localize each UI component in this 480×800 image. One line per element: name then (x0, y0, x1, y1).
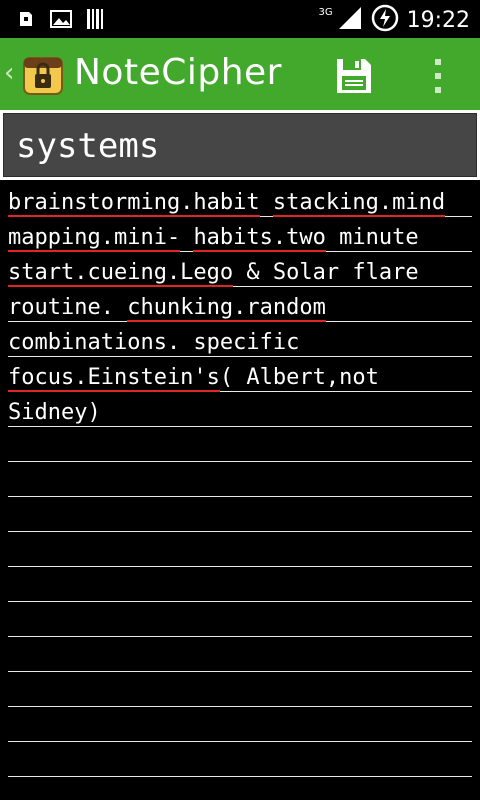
overflow-menu-icon[interactable] (428, 56, 448, 96)
note-text: Sidney) (8, 400, 101, 425)
note-text (180, 225, 193, 250)
note-line[interactable]: focus.Einstein's( Albert,not (8, 365, 379, 392)
note-line[interactable]: brainstorming.habit stacking.mind (8, 190, 446, 217)
ruled-line (8, 531, 472, 532)
status-notifications (16, 8, 106, 34)
app-title: NoteCipher (74, 52, 282, 93)
ruled-line (8, 461, 472, 462)
battery-charging-icon (371, 4, 399, 36)
barcode-icon (86, 8, 106, 34)
ruled-line (8, 601, 472, 602)
status-bar: 3G 19:22 (0, 0, 480, 38)
clock: 19:22 (406, 7, 470, 33)
ruled-line (8, 706, 472, 707)
spell-error: chunking.random (127, 295, 326, 322)
spell-error: habits.two (193, 225, 326, 252)
spell-error: brainstorming.habit (8, 190, 260, 217)
app-lock-icon[interactable] (22, 52, 64, 96)
note-text: routine. (8, 295, 114, 320)
spell-error: start.cueing.Lego (8, 260, 234, 287)
note-title-box[interactable]: systems (3, 113, 477, 177)
note-title-field[interactable]: systems (0, 110, 480, 180)
up-caret-icon[interactable]: ‹ (4, 58, 14, 88)
ruled-line (8, 636, 472, 637)
note-line[interactable]: routine. chunking.random (8, 295, 326, 322)
note-text (114, 295, 127, 320)
note-text: combinations. specific (8, 330, 300, 355)
ruled-line (8, 426, 472, 427)
note-line[interactable]: mapping.mini- habits.two minute (8, 225, 419, 252)
note-text: & Solar flare (233, 260, 419, 285)
ruled-line (8, 741, 472, 742)
spell-error: focus.Einstein's (8, 365, 220, 392)
ruled-line (8, 496, 472, 497)
ruled-line (8, 566, 472, 567)
action-bar: ‹ NoteCipher (0, 38, 480, 110)
note-body-editor[interactable]: brainstorming.habit stacking.mind mappin… (0, 184, 480, 800)
save-icon[interactable] (334, 56, 374, 96)
note-line[interactable]: start.cueing.Lego & Solar flare (8, 260, 419, 287)
ruled-line (8, 776, 472, 777)
ruled-line (8, 356, 472, 357)
note-line[interactable]: combinations. specific (8, 330, 299, 356)
note-title-text[interactable]: systems (16, 126, 159, 166)
note-line[interactable]: Sidney) (8, 400, 101, 426)
note-text: ( Albert,not (219, 365, 379, 390)
spell-error: stacking.mind (272, 190, 446, 217)
spell-error: mapping.mini- (8, 225, 181, 252)
image-icon (50, 9, 72, 33)
sd-card-icon (16, 9, 36, 33)
ruled-line (8, 671, 472, 672)
network-type: 3G (318, 6, 333, 18)
note-text: minute (325, 225, 419, 250)
status-system: 3G 19:22 (318, 4, 470, 36)
signal-icon (337, 5, 363, 35)
note-text (260, 190, 273, 215)
